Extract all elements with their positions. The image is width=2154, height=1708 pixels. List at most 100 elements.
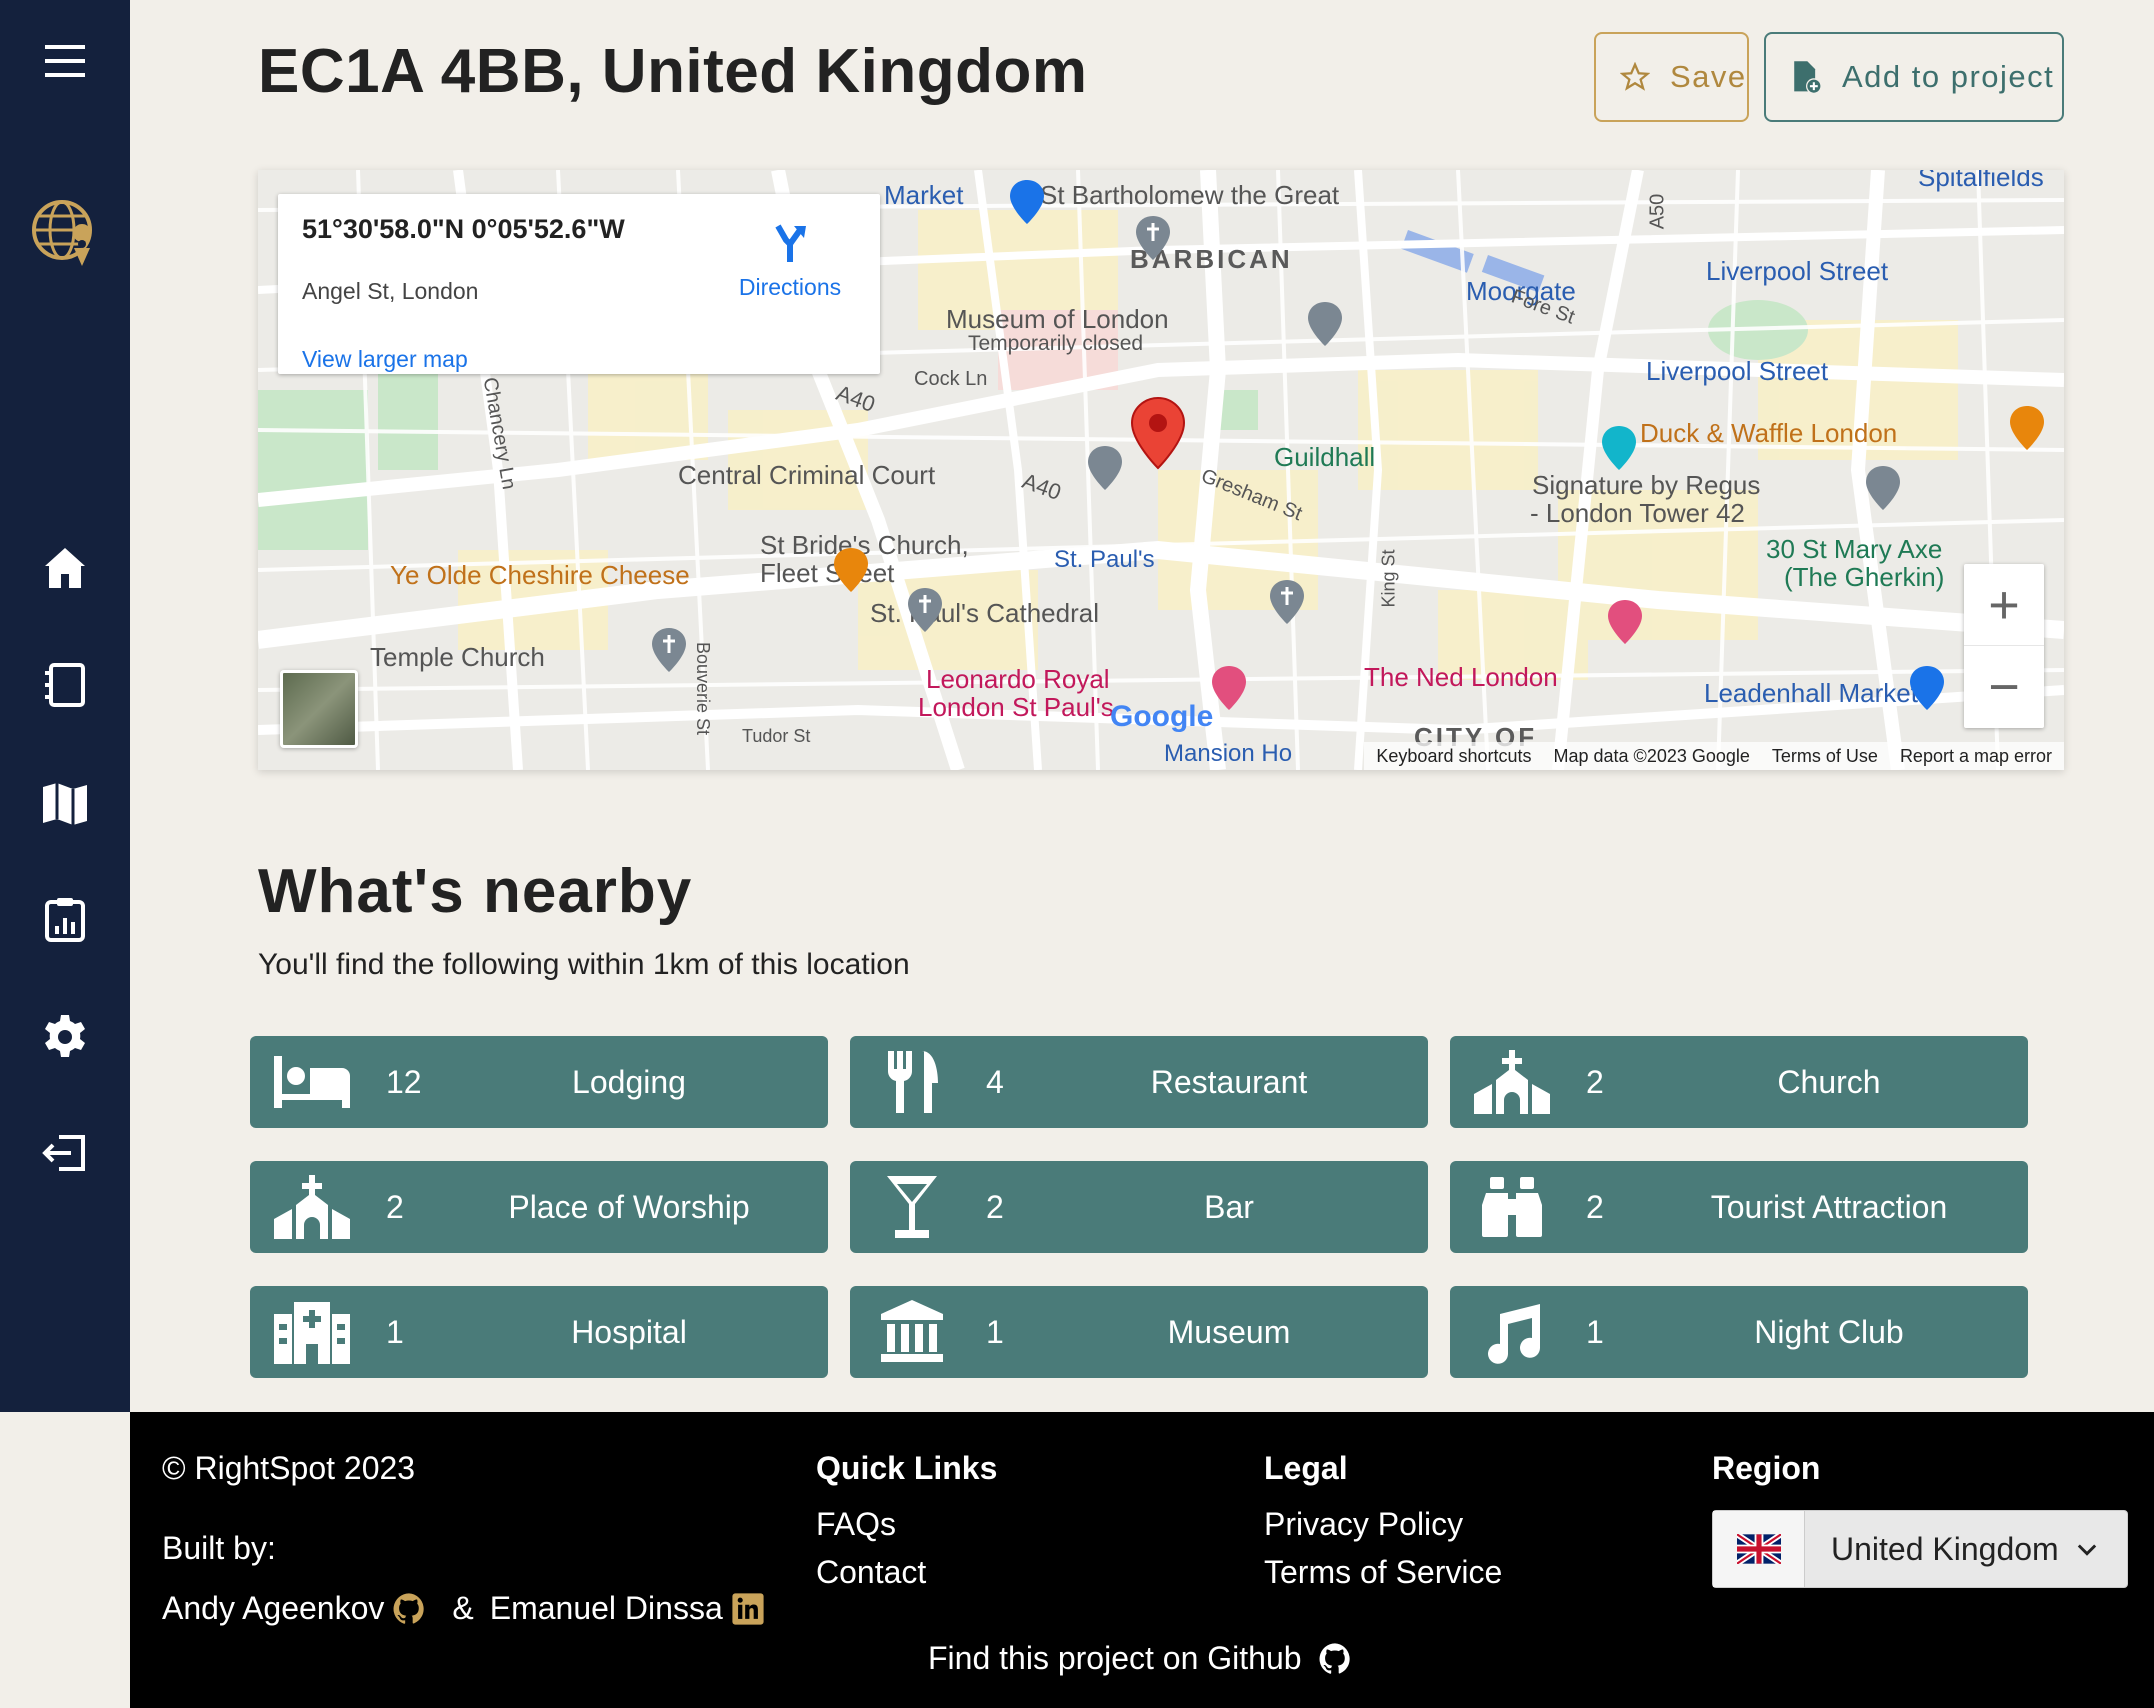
nearby-card-lodging[interactable]: 12 Lodging bbox=[250, 1036, 828, 1128]
directions-button[interactable]: Directions bbox=[730, 222, 850, 301]
view-larger-map-link[interactable]: View larger map bbox=[302, 346, 468, 373]
card-count: 4 bbox=[986, 1063, 1004, 1100]
satellite-toggle[interactable] bbox=[280, 670, 358, 748]
card-label: Museum bbox=[1167, 1313, 1291, 1350]
terms-of-service-link[interactable]: Terms of Service bbox=[1264, 1554, 1502, 1591]
map-label: 30 St Mary Axe bbox=[1766, 534, 1943, 564]
map-label: Ye Olde Cheshire Cheese bbox=[390, 560, 690, 590]
map-label: A50 bbox=[1646, 193, 1669, 230]
map-label: St. Paul's bbox=[1054, 546, 1155, 573]
court-pin-icon[interactable] bbox=[1088, 446, 1122, 490]
cart-pin-icon[interactable] bbox=[1010, 180, 1044, 224]
card-count: 1 bbox=[1586, 1313, 1604, 1350]
card-label: Night Club bbox=[1754, 1313, 1904, 1350]
github-project-link[interactable]: Find this project on Github bbox=[928, 1640, 1352, 1677]
legal-title: Legal bbox=[1264, 1450, 1348, 1486]
church-pin-icon[interactable] bbox=[1136, 216, 1170, 260]
file-plus-icon bbox=[1794, 61, 1822, 94]
github-icon[interactable] bbox=[392, 1592, 426, 1626]
coordinates: 51°30'58.0"N 0°05'52.6"W bbox=[302, 214, 625, 244]
map-label: The Ned London bbox=[1364, 662, 1558, 692]
map-label: Temple Church bbox=[370, 642, 545, 672]
sidebar bbox=[0, 0, 130, 1412]
map-label: Market bbox=[884, 180, 964, 210]
notebook-icon[interactable] bbox=[40, 660, 90, 710]
nearby-card-tourist-attraction[interactable]: 2 Tourist Attraction bbox=[1450, 1161, 2028, 1253]
faqs-link[interactable]: FAQs bbox=[816, 1506, 896, 1543]
binoculars-icon bbox=[1472, 1177, 1552, 1237]
card-label: Restaurant bbox=[1150, 1063, 1308, 1100]
region-title: Region bbox=[1712, 1450, 1821, 1486]
card-label: Hospital bbox=[571, 1313, 687, 1350]
home-icon[interactable] bbox=[40, 543, 90, 593]
directions-label: Directions bbox=[738, 274, 842, 300]
landmark-pin-icon[interactable] bbox=[1602, 426, 1636, 470]
nearby-card-bar[interactable]: 2 Bar bbox=[850, 1161, 1428, 1253]
card-label: Bar bbox=[1204, 1188, 1254, 1225]
keyboard-shortcuts-link[interactable]: Keyboard shortcuts bbox=[1376, 746, 1531, 767]
contact-link[interactable]: Contact bbox=[816, 1554, 926, 1591]
zoom-in-button[interactable]: + bbox=[1964, 564, 2044, 646]
card-count: 2 bbox=[386, 1188, 404, 1225]
map-label: (The Gherkin) bbox=[1784, 562, 1945, 592]
region-select[interactable]: United Kingdom bbox=[1712, 1510, 2128, 1588]
map-data-text: Map data ©2023 Google bbox=[1553, 745, 1750, 766]
card-label: Place of Worship bbox=[508, 1188, 750, 1225]
place-info-card: 51°30'58.0"N 0°05'52.6"W Angel St, Londo… bbox=[278, 194, 880, 374]
museum-icon bbox=[872, 1300, 952, 1362]
cart-pin-icon[interactable] bbox=[1910, 666, 1944, 710]
terms-of-use-link[interactable]: Terms of Use bbox=[1772, 746, 1878, 767]
nearby-card-hospital[interactable]: 1 Hospital bbox=[250, 1286, 828, 1378]
github-icon bbox=[1319, 1642, 1350, 1674]
card-count: 2 bbox=[986, 1188, 1004, 1225]
globe-logo-icon[interactable] bbox=[30, 196, 100, 276]
map-icon[interactable] bbox=[40, 778, 90, 828]
map-label: King St bbox=[1378, 549, 1399, 608]
nearby-card-museum[interactable]: 1 Museum bbox=[850, 1286, 1428, 1378]
church-pin-icon[interactable] bbox=[908, 588, 942, 632]
map-embed[interactable]: Market St Bartholomew the Great BARBICAN… bbox=[258, 170, 2064, 770]
nearby-card-place-of-worship[interactable]: 2 Place of Worship bbox=[250, 1161, 828, 1253]
map-label: St. Paul's Cathedral bbox=[870, 598, 1099, 628]
author-emanuel: Emanuel Dinssa bbox=[489, 1590, 723, 1626]
church-pin-icon[interactable] bbox=[652, 628, 686, 672]
menu-icon[interactable] bbox=[40, 36, 90, 86]
map-label: Fleet Street bbox=[760, 558, 895, 588]
map-label: Liverpool Street bbox=[1706, 256, 1889, 286]
card-count: 12 bbox=[386, 1063, 422, 1100]
linkedin-icon[interactable] bbox=[731, 1592, 765, 1626]
authors: Andy Ageenkov & Emanuel Dinssa bbox=[162, 1590, 765, 1627]
main-content: EC1A 4BB, United Kingdom Save Add to pro… bbox=[130, 0, 2154, 1412]
report-map-error-link[interactable]: Report a map error bbox=[1900, 746, 2052, 767]
church-icon bbox=[272, 1175, 352, 1239]
map-label: St Bartholomew the Great bbox=[1040, 180, 1340, 210]
map-label: London St Paul's bbox=[918, 692, 1114, 722]
nearby-card-night-club[interactable]: 1 Night Club bbox=[1450, 1286, 2028, 1378]
restaurant-pin-icon[interactable] bbox=[2010, 406, 2044, 450]
map-label: - London Tower 42 bbox=[1530, 498, 1745, 528]
map-label: Leadenhall Market bbox=[1704, 678, 1918, 708]
hotel-pin-icon[interactable] bbox=[1608, 600, 1642, 644]
logout-icon[interactable] bbox=[40, 1128, 90, 1178]
nearby-card-restaurant[interactable]: 4 Restaurant bbox=[850, 1036, 1428, 1128]
add-to-project-button[interactable]: Add to project bbox=[1764, 32, 2064, 122]
museum-pin-icon[interactable] bbox=[1308, 302, 1342, 346]
card-count: 1 bbox=[386, 1313, 404, 1350]
zoom-out-button[interactable]: − bbox=[1964, 646, 2044, 728]
pub-pin-icon[interactable] bbox=[834, 548, 868, 592]
church-pin-icon[interactable] bbox=[1270, 580, 1304, 624]
privacy-policy-link[interactable]: Privacy Policy bbox=[1264, 1506, 1463, 1543]
google-logo: Google bbox=[1110, 700, 1214, 733]
hotel-pin-icon[interactable] bbox=[1212, 666, 1246, 710]
utensils-icon bbox=[872, 1051, 952, 1113]
gear-icon[interactable] bbox=[40, 1012, 90, 1062]
save-button[interactable]: Save bbox=[1594, 32, 1749, 122]
map-label: Duck & Waffle London bbox=[1640, 418, 1898, 448]
map-label: Tudor St bbox=[742, 726, 811, 746]
add-to-project-label: Add to project bbox=[1842, 59, 2055, 94]
nearby-card-church[interactable]: 2 Church bbox=[1450, 1036, 2028, 1128]
hospital-icon bbox=[272, 1302, 352, 1364]
report-icon[interactable] bbox=[40, 895, 90, 945]
copyright: © RightSpot 2023 bbox=[162, 1450, 416, 1486]
office-pin-icon[interactable] bbox=[1866, 466, 1900, 510]
